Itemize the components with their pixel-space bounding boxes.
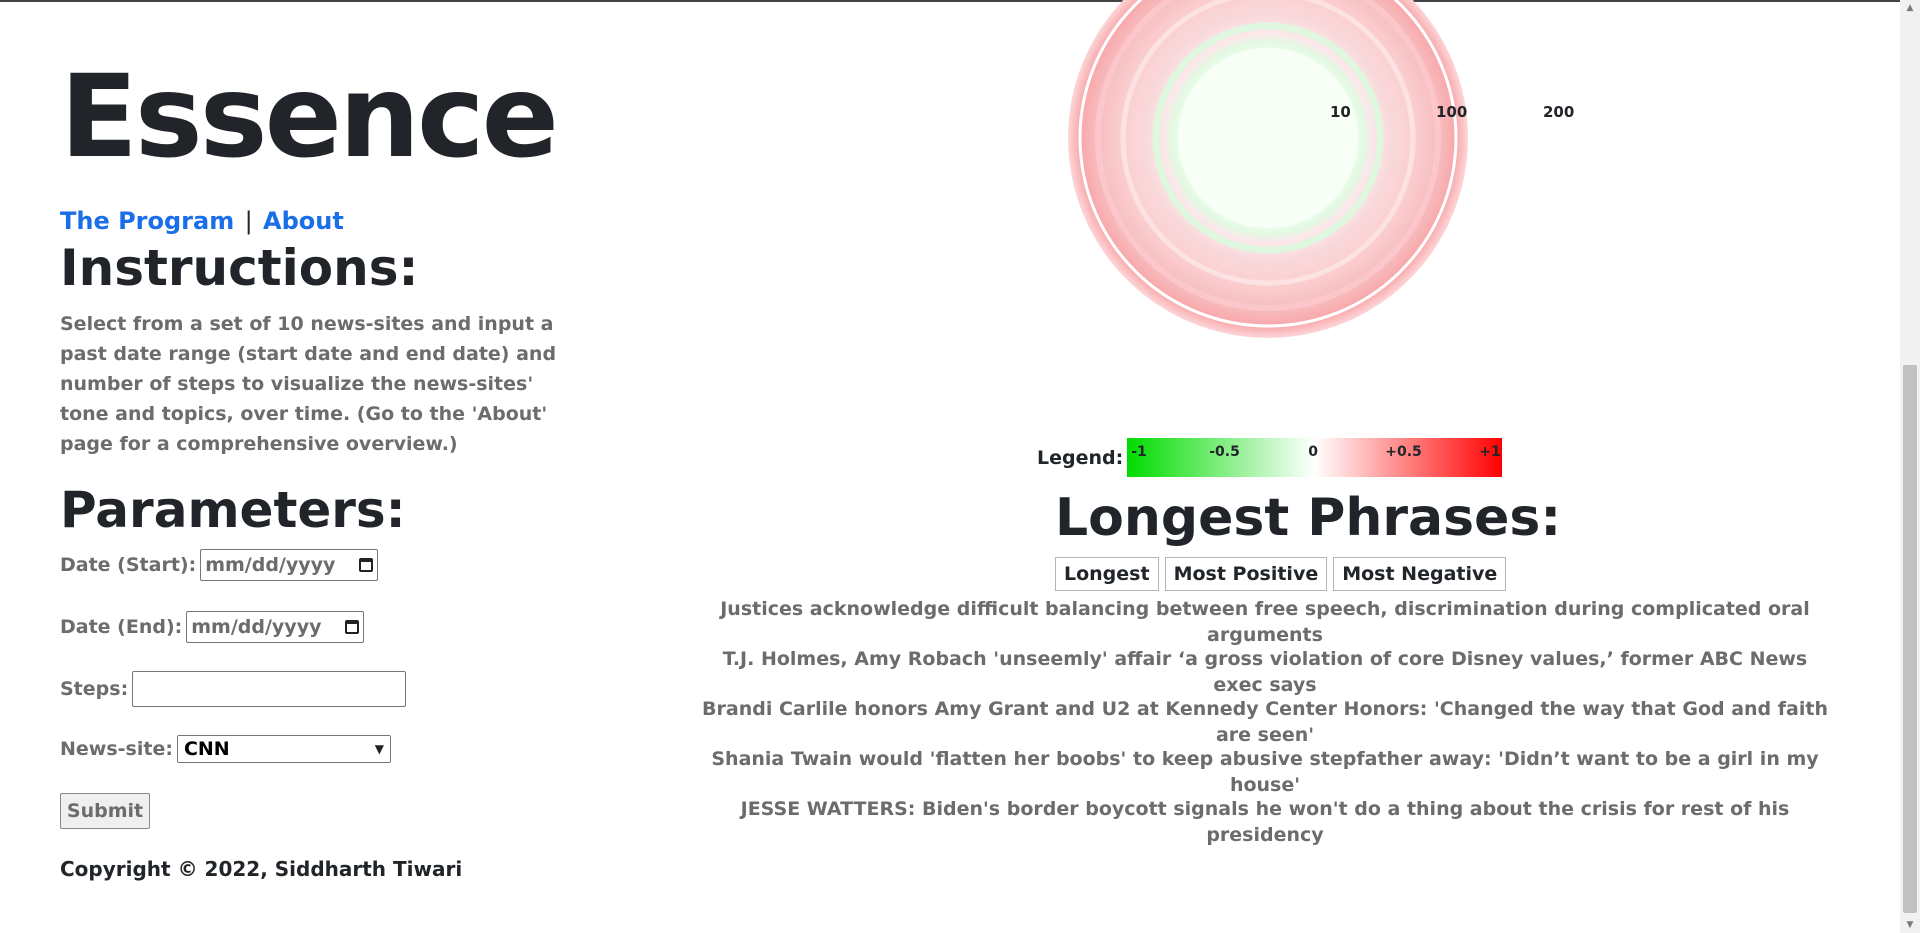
newssite-label: News-site: xyxy=(60,738,173,760)
steps-label: Steps: xyxy=(60,678,129,700)
parameters-section: Parameters: Date (Start): mm/dd/yyyy Dat… xyxy=(60,483,560,829)
date-end-label: Date (End): xyxy=(60,616,183,638)
date-start-row: Date (Start): mm/dd/yyyy xyxy=(60,549,560,581)
app-title: Essence xyxy=(60,50,559,183)
date-start-label: Date (Start): xyxy=(60,554,197,576)
legend-tick: -0.5 xyxy=(1209,444,1240,460)
chart-ring-label: 200 xyxy=(1543,103,1574,121)
date-start-placeholder: mm/dd/yyyy xyxy=(205,554,336,576)
steps-row: Steps: xyxy=(60,671,560,707)
chart-center xyxy=(1178,48,1358,228)
calendar-icon[interactable] xyxy=(345,620,360,634)
scroll-down-icon[interactable]: ▼ xyxy=(1900,917,1920,933)
vertical-scrollbar[interactable]: ▲ ▼ xyxy=(1900,0,1920,933)
scroll-thumb[interactable] xyxy=(1903,365,1917,913)
instructions-text: Select from a set of 10 news-sites and i… xyxy=(60,313,557,455)
submit-button[interactable]: Submit xyxy=(60,793,150,829)
legend-gradient-bar: -1 -0.5 0 +0.5 +1 xyxy=(1127,438,1503,477)
nav-link-about[interactable]: About xyxy=(263,207,344,235)
instructions-heading: Instructions: xyxy=(60,239,419,297)
newssite-selected: CNN xyxy=(183,738,230,760)
parameters-heading: Parameters: xyxy=(60,481,406,539)
legend-label: Legend: xyxy=(1037,446,1124,469)
tab-most-positive[interactable]: Most Positive xyxy=(1164,557,1328,591)
legend-tick: +0.5 xyxy=(1385,444,1422,460)
left-panel: Essence The Program | About Instructions… xyxy=(60,60,560,881)
list-item: Brandi Carlile honors Amy Grant and U2 a… xyxy=(702,698,1828,746)
nav-separator: | xyxy=(244,207,253,235)
list-item: Shania Twain would 'flatten her boobs' t… xyxy=(711,748,1819,796)
chart-ring-label: 100 xyxy=(1436,103,1467,121)
date-start-input[interactable]: mm/dd/yyyy xyxy=(200,549,379,581)
copyright: Copyright © 2022, Siddharth Tiwari xyxy=(60,857,463,881)
phrase-list: Justices acknowledge difficult balancing… xyxy=(700,596,1830,846)
newssite-row: News-site: CNN ▼ xyxy=(60,735,560,763)
scroll-up-icon[interactable]: ▲ xyxy=(1900,0,1920,16)
date-end-row: Date (End): mm/dd/yyyy xyxy=(60,611,560,643)
list-item: T.J. Holmes, Amy Robach 'unseemly' affai… xyxy=(722,648,1808,696)
legend-tick: 0 xyxy=(1308,444,1318,460)
legend-tick: +1 xyxy=(1479,444,1501,460)
phrase-tabs: Longest Most Positive Most Negative xyxy=(1055,557,1512,591)
list-item: JESSE WATTERS: Biden's border boycott si… xyxy=(740,798,1790,846)
calendar-icon[interactable] xyxy=(359,558,374,572)
chevron-down-icon: ▼ xyxy=(374,742,384,756)
phrases-heading: Longest Phrases: xyxy=(1055,488,1562,548)
date-end-placeholder: mm/dd/yyyy xyxy=(191,616,322,638)
newssite-select[interactable]: CNN ▼ xyxy=(176,735,391,763)
list-item: Justices acknowledge difficult balancing… xyxy=(720,598,1810,646)
nav-link-program[interactable]: The Program xyxy=(60,207,234,235)
chart-ring-label: 10 xyxy=(1330,103,1351,121)
tab-most-negative[interactable]: Most Negative xyxy=(1333,557,1507,591)
chart-ring-label-wrap: 200 xyxy=(1543,103,1574,121)
submit-row: Submit xyxy=(60,793,560,829)
nav-bar: The Program | About xyxy=(60,207,560,235)
date-end-input[interactable]: mm/dd/yyyy xyxy=(186,611,365,643)
radial-tone-chart: 10 100 xyxy=(1068,0,1468,338)
steps-input[interactable] xyxy=(132,671,407,707)
tab-longest[interactable]: Longest xyxy=(1055,557,1159,591)
legend: Legend: -1 -0.5 0 +0.5 +1 xyxy=(1037,438,1503,477)
top-border xyxy=(0,0,1920,2)
legend-tick: -1 xyxy=(1131,444,1147,460)
